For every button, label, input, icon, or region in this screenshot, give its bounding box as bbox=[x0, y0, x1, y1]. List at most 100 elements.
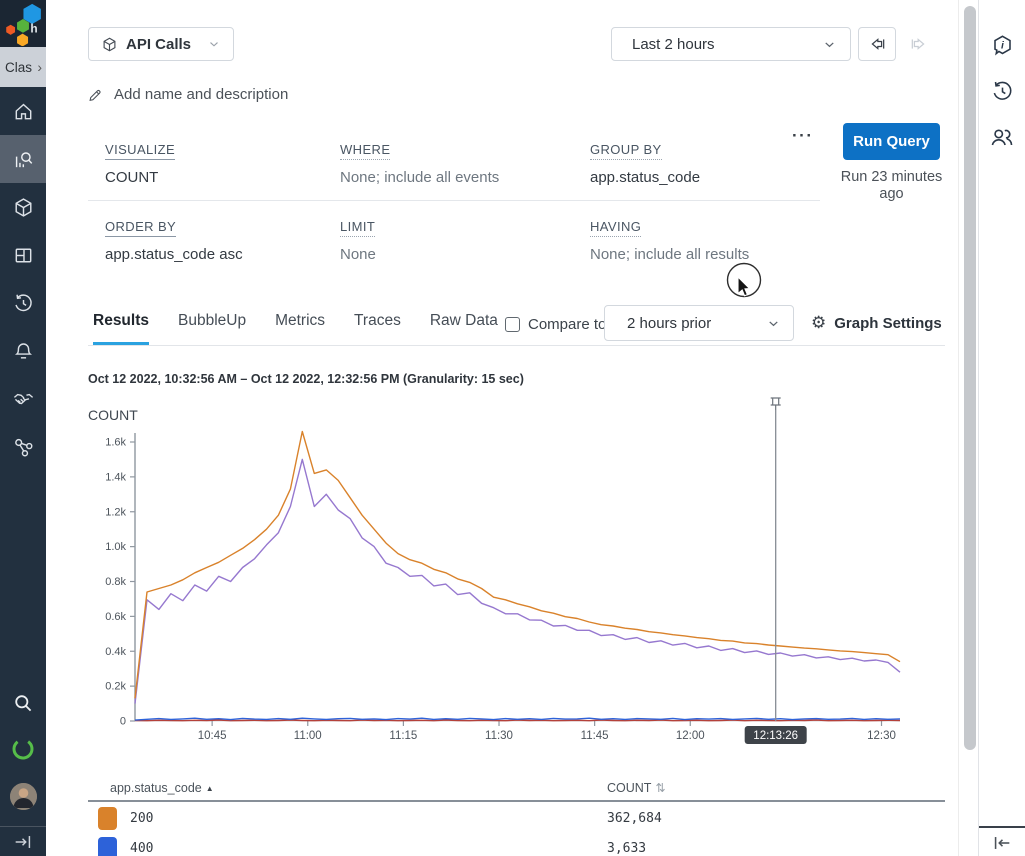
bell-icon bbox=[12, 340, 35, 363]
svg-text:0.6k: 0.6k bbox=[105, 611, 126, 623]
history-back-button[interactable] bbox=[858, 27, 896, 61]
svg-text:11:00: 11:00 bbox=[294, 730, 322, 742]
breadcrumb[interactable]: Clas › bbox=[0, 47, 46, 87]
table-header-divider bbox=[88, 800, 945, 802]
compare-to-toggle[interactable]: Compare to bbox=[505, 316, 606, 333]
column-header-status-code[interactable]: app.status_code ▲ bbox=[110, 781, 214, 795]
nav-datasets[interactable] bbox=[0, 183, 46, 231]
user-avatar[interactable] bbox=[0, 773, 46, 819]
avatar-photo bbox=[10, 783, 37, 810]
tab-results[interactable]: Results bbox=[93, 312, 149, 345]
row-count: 362,684 bbox=[607, 811, 662, 826]
qb-value-order-by: app.status_code asc bbox=[105, 246, 325, 263]
column-header-count[interactable]: COUNT ⇅ bbox=[607, 781, 666, 795]
svg-text:0.8k: 0.8k bbox=[105, 576, 126, 588]
table-row[interactable] bbox=[88, 805, 945, 834]
rail-search-button[interactable] bbox=[0, 681, 46, 725]
compare-checkbox[interactable] bbox=[505, 317, 520, 332]
dataset-selector[interactable]: API Calls bbox=[88, 27, 234, 61]
honeycomb-logo[interactable]: h bbox=[0, 0, 46, 47]
info-hexagon-icon: i bbox=[990, 33, 1015, 58]
svg-text:i: i bbox=[1001, 40, 1005, 51]
results-tabs: Results BubbleUp Metrics Traces Raw Data bbox=[93, 312, 498, 345]
time-range-value: Last 2 hours bbox=[632, 36, 715, 53]
collapse-panel-button[interactable] bbox=[979, 830, 1025, 856]
add-name-label: Add name and description bbox=[114, 86, 288, 103]
search-icon bbox=[11, 691, 35, 715]
table-row[interactable] bbox=[88, 835, 945, 856]
qb-row-divider bbox=[88, 200, 820, 201]
series-swatch-400[interactable] bbox=[98, 837, 117, 856]
svg-text:11:15: 11:15 bbox=[389, 730, 417, 742]
nav-home[interactable] bbox=[0, 87, 46, 135]
scrollbar-thumb[interactable] bbox=[964, 6, 976, 750]
row-count: 3,633 bbox=[607, 841, 646, 856]
svg-text:12:13:26: 12:13:26 bbox=[753, 730, 798, 742]
expand-right-icon bbox=[12, 831, 34, 853]
results-chart[interactable]: 00.2k0.4k0.6k0.8k1.0k1.2k1.4k1.6k10:4511… bbox=[86, 390, 916, 755]
compare-range-select[interactable]: 2 hours prior bbox=[604, 305, 794, 341]
svg-text:h: h bbox=[30, 21, 37, 35]
datasets-cube-icon bbox=[12, 196, 35, 219]
qb-field-group-by[interactable]: GROUP BY app.status_code bbox=[590, 141, 810, 186]
gear-icon: ⚙ bbox=[811, 313, 826, 333]
avatar bbox=[10, 783, 37, 810]
svg-text:1.6k: 1.6k bbox=[105, 437, 126, 449]
tab-raw-data[interactable]: Raw Data bbox=[430, 312, 498, 345]
row-value: 200 bbox=[130, 811, 153, 826]
column-label: app.status_code bbox=[110, 781, 202, 795]
nav-slos[interactable] bbox=[0, 375, 46, 423]
tab-traces[interactable]: Traces bbox=[354, 312, 401, 345]
last-run-label: Run 23 minutes ago bbox=[832, 169, 951, 202]
nav-query-builder[interactable] bbox=[0, 135, 46, 183]
qb-field-having[interactable]: HAVING None; include all results bbox=[590, 218, 810, 263]
chevron-down-icon bbox=[766, 316, 781, 331]
tab-bubbleup[interactable]: BubbleUp bbox=[178, 312, 246, 345]
svg-text:1.0k: 1.0k bbox=[105, 541, 126, 553]
svg-text:10:45: 10:45 bbox=[198, 730, 227, 742]
rail-bottom-group bbox=[0, 681, 46, 856]
nav-triggers[interactable] bbox=[0, 327, 46, 375]
qb-value-limit: None bbox=[340, 246, 560, 263]
graph-settings-label: Graph Settings bbox=[834, 315, 942, 332]
qb-field-visualize[interactable]: VISUALIZE COUNT bbox=[105, 141, 325, 186]
qb-value-group-by: app.status_code bbox=[590, 169, 810, 186]
compare-range-value: 2 hours prior bbox=[627, 315, 711, 332]
run-query-button[interactable]: Run Query bbox=[843, 123, 940, 160]
add-name-description[interactable]: Add name and description bbox=[88, 86, 288, 103]
history-forward-button[interactable] bbox=[902, 27, 936, 61]
qb-label-visualize: VISUALIZE bbox=[105, 142, 175, 160]
nav-boards[interactable] bbox=[0, 231, 46, 279]
tab-metrics[interactable]: Metrics bbox=[275, 312, 325, 345]
qb-field-limit[interactable]: LIMIT None bbox=[340, 218, 560, 263]
nav-service-map[interactable] bbox=[0, 423, 46, 471]
svg-text:0: 0 bbox=[120, 716, 126, 728]
qb-overflow-menu[interactable]: ··· bbox=[792, 126, 813, 146]
nav-activity-history[interactable] bbox=[0, 279, 46, 327]
collapse-left-icon bbox=[991, 832, 1013, 854]
svg-text:0.2k: 0.2k bbox=[105, 681, 126, 693]
svg-text:11:45: 11:45 bbox=[581, 730, 609, 742]
time-range-select[interactable]: Last 2 hours bbox=[611, 27, 851, 61]
main-content: API Calls Last 2 hours Add name bbox=[46, 0, 958, 856]
qb-field-where[interactable]: WHERE None; include all events bbox=[340, 141, 560, 186]
query-history-button[interactable] bbox=[979, 68, 1025, 114]
history-clock-icon bbox=[12, 292, 35, 315]
app-root: h Clas › bbox=[0, 0, 1025, 856]
usage-status-ring[interactable] bbox=[0, 725, 46, 773]
team-activity-button[interactable] bbox=[979, 114, 1025, 160]
team-icon bbox=[989, 124, 1015, 150]
qb-label-where: WHERE bbox=[340, 142, 390, 160]
service-map-icon bbox=[12, 436, 35, 459]
graph-settings-button[interactable]: ⚙ Graph Settings bbox=[811, 313, 942, 333]
breadcrumb-label: Clas bbox=[5, 60, 32, 75]
qb-label-limit: LIMIT bbox=[340, 219, 375, 237]
vertical-scrollbar[interactable] bbox=[958, 0, 979, 856]
series-swatch-200[interactable] bbox=[98, 807, 117, 830]
qb-field-order-by[interactable]: ORDER BY app.status_code asc bbox=[105, 218, 325, 263]
query-details-button[interactable]: i bbox=[979, 22, 1025, 68]
query-builder-icon bbox=[12, 148, 35, 171]
sort-icon: ⇅ bbox=[655, 781, 665, 795]
rail-expand-button[interactable] bbox=[0, 827, 46, 856]
chevron-down-icon bbox=[207, 37, 221, 51]
